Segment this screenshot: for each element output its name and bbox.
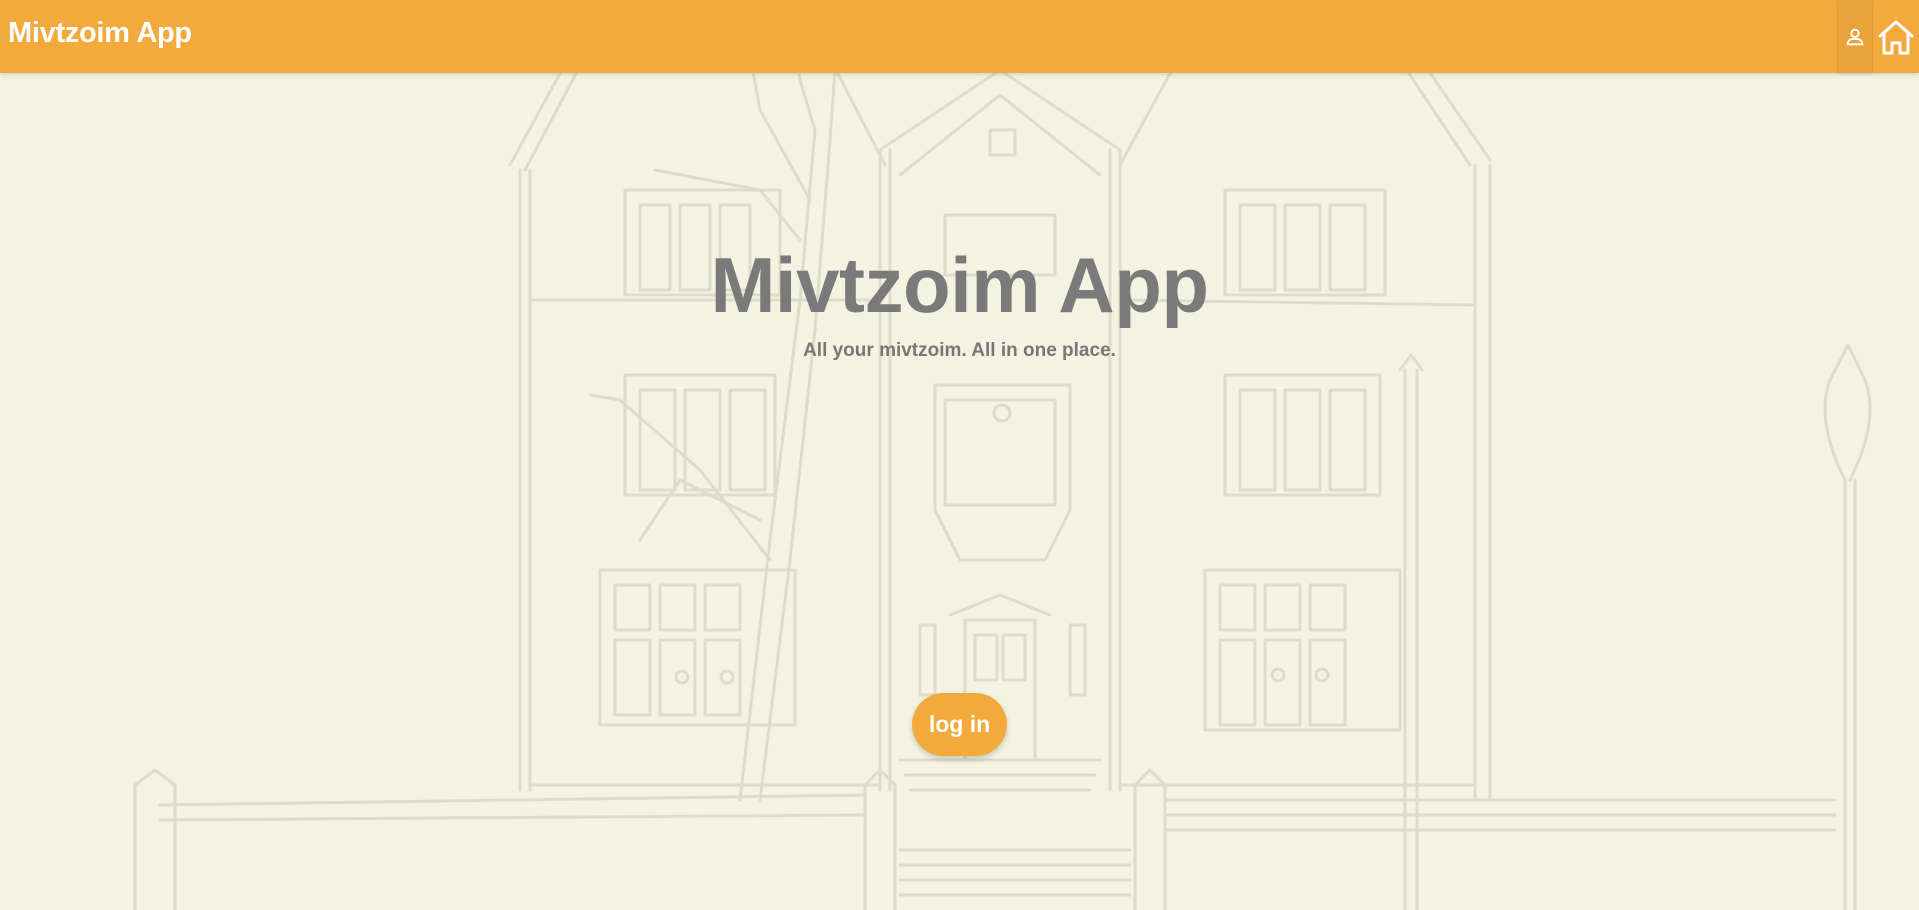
app-brand-title[interactable]: Mivtzoim App bbox=[8, 17, 192, 50]
person-icon bbox=[1846, 28, 1864, 45]
hero-subtitle: All your mivtzoim. All in one place. bbox=[803, 340, 1116, 361]
login-button[interactable]: log in bbox=[912, 693, 1007, 756]
hero-title: Mivtzoim App bbox=[710, 241, 1209, 329]
landing-hero: Mivtzoim App All your mivtzoim. All in o… bbox=[0, 0, 1919, 910]
account-button[interactable] bbox=[1838, 0, 1872, 73]
home-button[interactable] bbox=[1874, 0, 1917, 73]
home-icon bbox=[1878, 20, 1913, 54]
top-app-bar: Mivtzoim App bbox=[0, 0, 1919, 73]
